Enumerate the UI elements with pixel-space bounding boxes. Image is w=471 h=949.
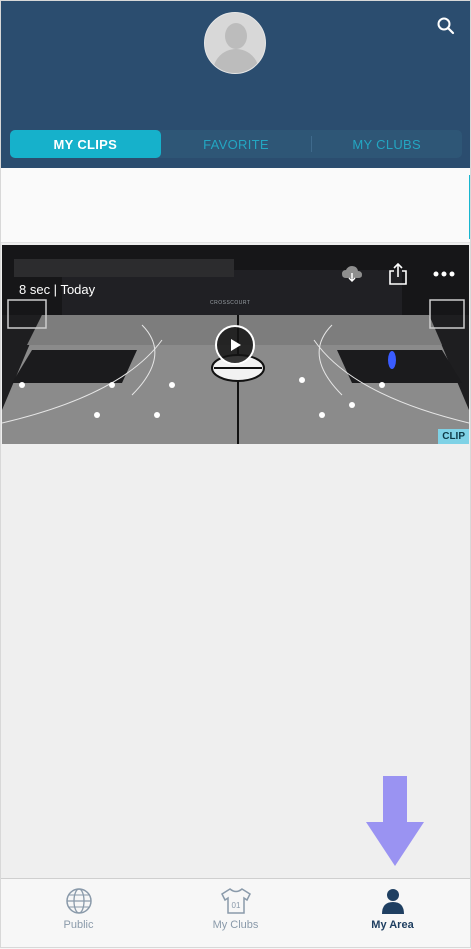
tab-favorite[interactable]: FAVORITE (161, 130, 312, 158)
play-icon (231, 339, 241, 351)
clip-title-placeholder (14, 259, 234, 277)
pointer-arrow (366, 776, 424, 866)
clip-badge: CLIP (438, 429, 469, 444)
avatar[interactable] (204, 12, 266, 74)
clip-card[interactable]: CROSSCOURT 8 sec | Today CLIP (2, 245, 469, 444)
tab-my-clips[interactable]: MY CLIPS (10, 130, 161, 158)
globe-icon (65, 888, 92, 914)
nav-my-area-label: My Area (371, 919, 414, 931)
nav-my-area[interactable]: My Area (314, 879, 471, 949)
nav-public-label: Public (63, 919, 94, 931)
tab-bar: MY CLIPS FAVORITE MY CLUBS (10, 130, 462, 158)
clip-duration: 8 sec | Today (19, 282, 96, 297)
cloud-download-icon[interactable] (341, 265, 363, 283)
search-icon[interactable] (436, 16, 456, 36)
jersey-icon: 01 (220, 888, 251, 914)
jersey-number: 01 (231, 901, 240, 910)
court-brand: CROSSCOURT (210, 300, 251, 306)
share-icon[interactable] (389, 263, 407, 285)
nav-my-clubs[interactable]: 01 My Clubs (157, 879, 314, 949)
profile-header: MY CLIPS FAVORITE MY CLUBS (0, 0, 471, 168)
play-button[interactable] (215, 325, 255, 365)
bottom-nav: Public 01 My Clubs My Area (0, 878, 471, 949)
more-icon[interactable] (433, 271, 455, 277)
tab-my-clubs[interactable]: MY CLUBS (311, 130, 462, 158)
empty-strip (0, 168, 471, 243)
person-icon (381, 889, 404, 914)
nav-public[interactable]: Public (0, 879, 157, 949)
nav-my-clubs-label: My Clubs (212, 919, 259, 931)
